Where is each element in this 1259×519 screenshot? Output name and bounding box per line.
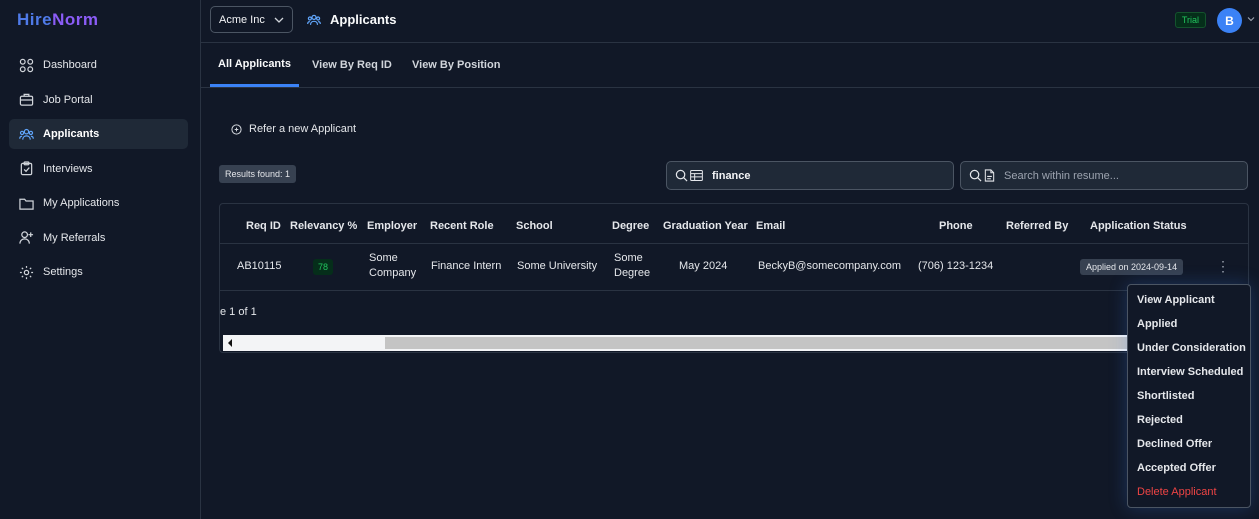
- resume-search-input[interactable]: [1004, 169, 1204, 182]
- keyword-search-input[interactable]: [712, 169, 912, 182]
- document-icon: [984, 169, 995, 182]
- page-title: Applicants: [306, 12, 396, 27]
- results-count-badge: Results found: 1: [219, 165, 297, 183]
- resume-search: [960, 161, 1248, 190]
- sidebar: Hire Norm Dashboard Job Portal Applicants…: [0, 0, 201, 519]
- folder-icon: [19, 198, 34, 210]
- sidebar-item-my-applications[interactable]: My Applications: [9, 188, 188, 218]
- cell-graduation-year: May 2024: [679, 260, 728, 272]
- tab-all-applicants[interactable]: All Applicants: [210, 43, 299, 87]
- users-icon: [19, 128, 34, 140]
- refer-applicant-label: Refer a new Applicant: [249, 123, 357, 135]
- refer-applicant-button[interactable]: Refer a new Applicant: [231, 123, 356, 135]
- menu-item-shortlisted[interactable]: Shortlisted: [1137, 390, 1194, 402]
- cell-degree-line1: Some: [614, 252, 643, 264]
- users-icon: [307, 14, 321, 25]
- menu-item-view-applicant[interactable]: View Applicant: [1137, 294, 1215, 306]
- cell-recent-role: Finance Intern: [431, 260, 502, 272]
- scroll-left-icon[interactable]: [227, 338, 233, 348]
- clipboard-icon: [20, 161, 33, 176]
- sidebar-nav: Dashboard Job Portal Applicants Intervie…: [9, 50, 188, 292]
- column-header[interactable]: Relevancy %: [290, 220, 357, 232]
- divider: [220, 290, 1248, 291]
- menu-item-accepted-offer[interactable]: Accepted Offer: [1137, 462, 1216, 474]
- sidebar-item-settings[interactable]: Settings: [9, 257, 188, 287]
- divider: [220, 243, 1248, 244]
- column-header[interactable]: Graduation Year: [663, 220, 748, 232]
- row-actions-menu: View Applicant Applied Under Considerati…: [1127, 284, 1251, 508]
- column-header[interactable]: Referred By: [1006, 220, 1068, 232]
- sidebar-item-label: Dashboard: [43, 59, 97, 71]
- sidebar-item-dashboard[interactable]: Dashboard: [9, 50, 188, 80]
- scrollbar-thumb[interactable]: [385, 337, 1247, 349]
- logo-part-1: Hire: [17, 10, 53, 29]
- menu-item-rejected[interactable]: Rejected: [1137, 414, 1183, 426]
- trial-badge: Trial: [1174, 12, 1206, 28]
- pagination-info: e 1 of 1: [220, 306, 257, 318]
- top-header: Acme Inc Applicants Trial B: [201, 0, 1259, 43]
- logo[interactable]: Hire Norm: [17, 10, 98, 30]
- briefcase-icon: [19, 93, 34, 106]
- relevancy-badge: 78: [313, 259, 334, 275]
- status-badge: Applied on 2024-09-14: [1080, 259, 1184, 275]
- plus-circle-icon: [231, 123, 242, 135]
- menu-item-under-consideration[interactable]: Under Consideration: [1137, 342, 1246, 354]
- logo-part-2: Norm: [52, 10, 99, 29]
- menu-item-declined-offer[interactable]: Declined Offer: [1137, 438, 1212, 450]
- column-header[interactable]: Degree: [612, 220, 649, 232]
- menu-item-delete-applicant[interactable]: Delete Applicant: [1137, 486, 1217, 498]
- cell-employer-line1: Some: [369, 252, 398, 264]
- cell-school: Some University: [517, 260, 598, 272]
- search-icons: [969, 169, 995, 182]
- sidebar-item-label: Job Portal: [43, 93, 93, 106]
- avatar[interactable]: B: [1217, 8, 1242, 33]
- column-header[interactable]: Req ID: [246, 220, 281, 232]
- cell-email[interactable]: BeckyB@somecompany.com: [758, 259, 901, 273]
- sidebar-item-label: Settings: [43, 266, 83, 278]
- search-icon: [675, 169, 688, 182]
- tab-bar: All Applicants View By Req ID View By Po…: [201, 43, 1259, 88]
- sidebar-item-interviews[interactable]: Interviews: [9, 154, 188, 184]
- sidebar-item-label: Applicants: [43, 128, 100, 140]
- menu-item-interview-scheduled[interactable]: Interview Scheduled: [1137, 366, 1243, 378]
- table-icon: [690, 170, 703, 181]
- column-header[interactable]: Employer: [367, 220, 417, 232]
- column-header[interactable]: Recent Role: [430, 220, 494, 232]
- chevron-down-icon: [274, 17, 284, 23]
- cell-req-id: AB10115: [237, 260, 282, 272]
- chevron-down-icon[interactable]: [1247, 16, 1255, 22]
- sidebar-item-label: My Applications: [43, 197, 120, 209]
- applicants-table: Req ID Relevancy % Employer Recent Role …: [219, 203, 1249, 353]
- sidebar-item-job-portal[interactable]: Job Portal: [9, 85, 188, 115]
- search-icons: [675, 169, 703, 182]
- sidebar-item-my-referrals[interactable]: My Referrals: [9, 223, 188, 253]
- sidebar-item-applicants[interactable]: Applicants: [9, 119, 188, 149]
- user-plus-icon: [19, 231, 34, 244]
- sidebar-item-label: Interviews: [43, 162, 93, 175]
- column-header[interactable]: Email: [756, 220, 785, 232]
- sidebar-item-label: My Referrals: [43, 231, 106, 244]
- org-select-value: Acme Inc: [219, 13, 265, 26]
- horizontal-scrollbar[interactable]: [223, 335, 1247, 351]
- column-header[interactable]: School: [516, 220, 553, 232]
- page-title-text: Applicants: [330, 12, 397, 27]
- grid-icon: [19, 58, 34, 72]
- cell-degree-line2: Degree: [614, 267, 651, 279]
- cell-phone: (706) 123-1234: [918, 260, 994, 272]
- tab-view-by-req-id[interactable]: View By Req ID: [312, 43, 392, 87]
- tab-view-by-position[interactable]: View By Position: [412, 43, 500, 87]
- keyword-search: [666, 161, 954, 190]
- cell-employer-line2: Company: [369, 267, 417, 279]
- search-icon: [969, 169, 982, 182]
- more-actions-icon[interactable]: ⋮: [1216, 259, 1230, 273]
- column-header[interactable]: Application Status: [1090, 220, 1187, 232]
- menu-item-applied[interactable]: Applied: [1137, 318, 1177, 330]
- gear-icon: [19, 265, 34, 279]
- column-header[interactable]: Phone: [939, 220, 973, 232]
- org-select[interactable]: Acme Inc: [210, 6, 293, 33]
